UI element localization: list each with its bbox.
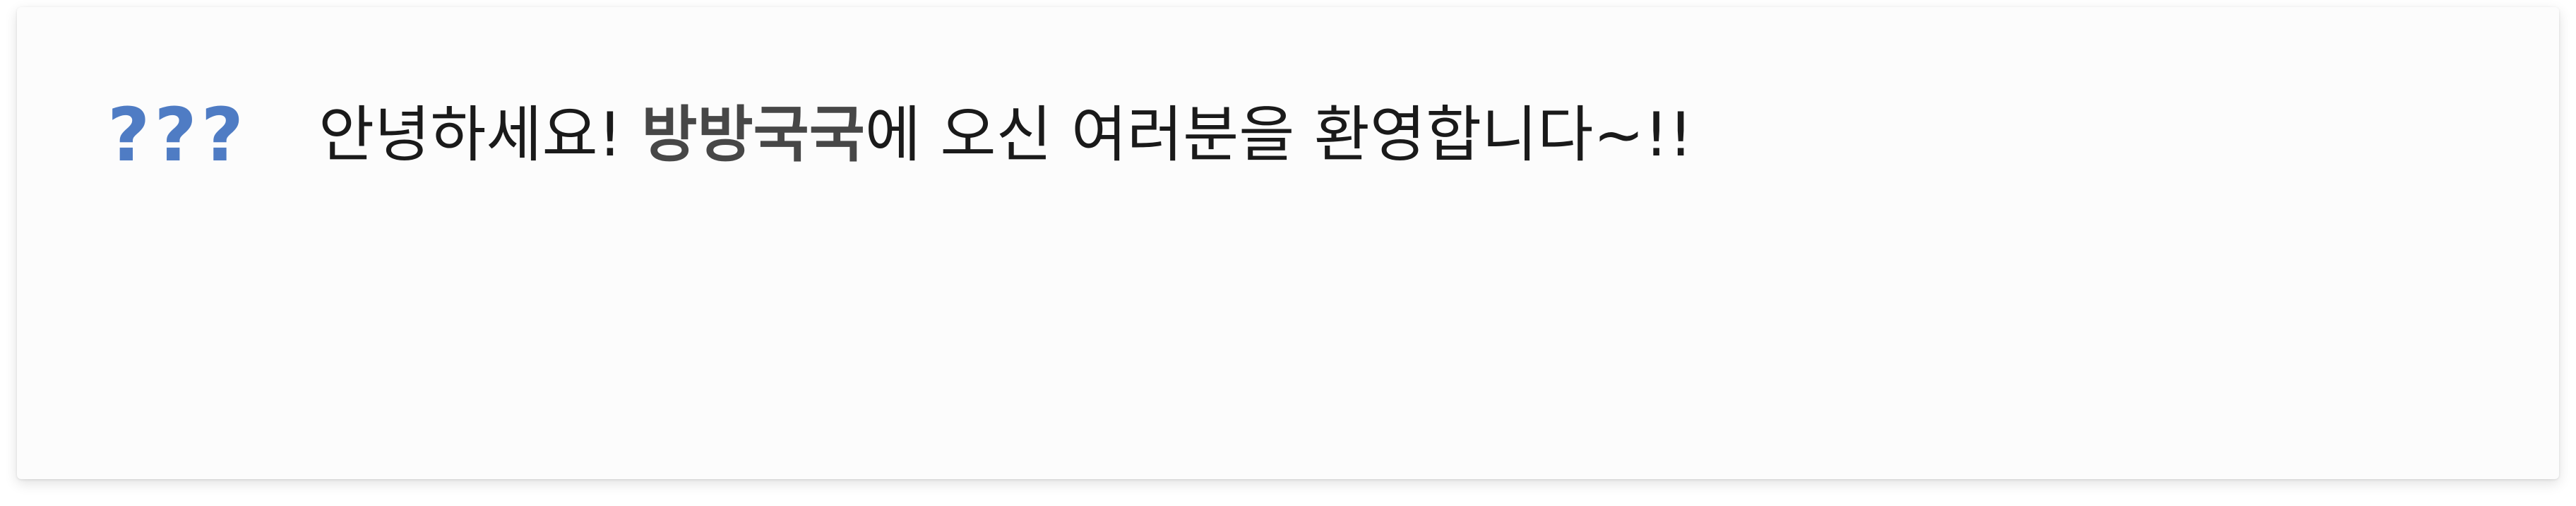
welcome-message-row: ??? 안녕하세요! 방방국국에 오신 여러분을 환영합니다~!! [107,89,1693,181]
greeting-text-after: 에 오신 여러분을 환영합니다~!! [864,100,1693,170]
welcome-card: ??? 안녕하세요! 방방국국에 오신 여러분을 환영합니다~!! [17,7,2559,479]
brand-name: 방방국국 [641,100,865,170]
greeting-text-before: 안녕하세요! [318,100,642,170]
welcome-message: 안녕하세요! 방방국국에 오신 여러분을 환영합니다~!! [318,105,1693,165]
unrendered-emoji-placeholder-icon: ??? [107,92,248,178]
